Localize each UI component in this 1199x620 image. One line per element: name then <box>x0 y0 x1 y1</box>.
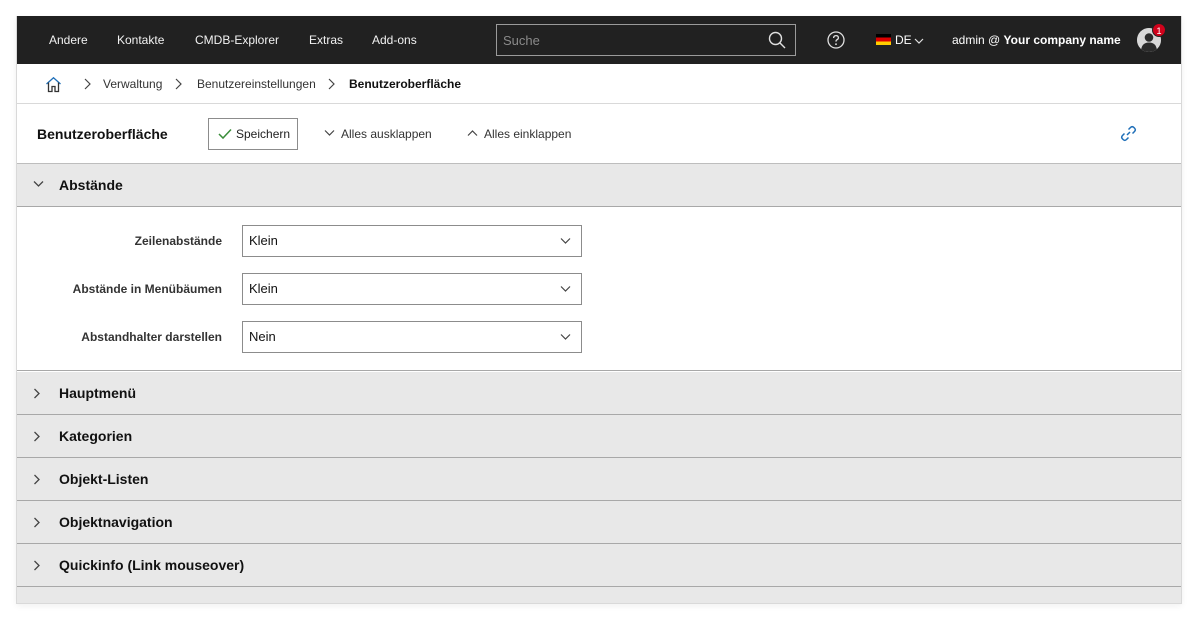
nav-item-add-ons[interactable]: Add-ons <box>372 16 417 64</box>
section-title: Quickinfo (Link mouseover) <box>59 557 245 573</box>
chevron-right-icon <box>34 431 40 442</box>
chevron-right-icon <box>328 78 335 90</box>
field-label: Zeilenabstände <box>134 234 222 248</box>
nav-item-cmdb-explorer[interactable]: CMDB-Explorer <box>195 16 279 64</box>
search-icon[interactable] <box>768 31 786 49</box>
collapse-all-button[interactable]: Alles einklappen <box>467 118 571 150</box>
expand-all-button[interactable]: Alles ausklappen <box>324 118 432 150</box>
language-selector[interactable]: DE <box>876 16 924 64</box>
german-flag-icon <box>876 34 891 45</box>
section-title: Objektnavigation <box>59 514 173 530</box>
select-value: Nein <box>249 329 276 344</box>
select-abstandhalter[interactable]: Nein <box>242 321 582 353</box>
section-header-partial[interactable] <box>17 587 1181 603</box>
nav-item-extras[interactable]: Extras <box>309 16 343 64</box>
chevron-down-icon <box>560 334 571 340</box>
section-body-abstaende: Zeilenabstände Klein Abstände in Menübäu… <box>17 207 1181 371</box>
search-input[interactable] <box>497 25 757 55</box>
chevron-right-icon <box>84 78 91 90</box>
section-header-hauptmenue[interactable]: Hauptmenü <box>17 372 1181 415</box>
chevron-down-icon <box>33 181 44 187</box>
link-icon[interactable] <box>1119 124 1138 143</box>
breadcrumb-item-verwaltung[interactable]: Verwaltung <box>103 64 162 104</box>
select-zeilenabstaende[interactable]: Klein <box>242 225 582 257</box>
select-value: Klein <box>249 281 278 296</box>
page-title: Benutzeroberfläche <box>37 126 168 142</box>
chevron-right-icon <box>34 560 40 571</box>
chevron-up-icon <box>467 130 478 136</box>
expand-all-label: Alles ausklappen <box>341 127 432 141</box>
page-toolbar: Benutzeroberfläche Speichern Alles auskl… <box>17 104 1181 164</box>
chevron-right-icon <box>34 388 40 399</box>
section-header-objekt-listen[interactable]: Objekt-Listen <box>17 458 1181 501</box>
user-account[interactable]: admin @ Your company name <box>952 16 1121 64</box>
home-icon[interactable] <box>45 76 62 93</box>
chevron-right-icon <box>34 517 40 528</box>
help-icon[interactable] <box>827 31 845 49</box>
section-title: Objekt-Listen <box>59 471 149 487</box>
top-navigation: r Andere Kontakte CMDB-Explorer Extras A… <box>17 16 1181 64</box>
chevron-right-icon <box>34 474 40 485</box>
section-title: Hauptmenü <box>59 385 136 401</box>
collapse-all-label: Alles einklappen <box>484 127 572 141</box>
chevron-right-icon <box>175 78 182 90</box>
field-label: Abstandhalter darstellen <box>81 330 222 344</box>
breadcrumb: Verwaltung Benutzereinstellungen Benutze… <box>17 64 1181 104</box>
app-frame: r Andere Kontakte CMDB-Explorer Extras A… <box>16 16 1182 604</box>
field-label: Abstände in Menübäumen <box>72 282 222 296</box>
section-header-objektnavigation[interactable]: Objektnavigation <box>17 501 1181 544</box>
section-header-quickinfo[interactable]: Quickinfo (Link mouseover) <box>17 544 1181 587</box>
company-name: Your company name <box>1003 33 1121 47</box>
form-row-abstandhalter: Abstandhalter darstellen Nein <box>17 321 1181 353</box>
nav-item-andere[interactable]: Andere <box>49 16 88 64</box>
save-button-label: Speichern <box>236 127 291 141</box>
chevron-down-icon <box>560 238 571 244</box>
user-name: admin @ <box>952 33 1001 47</box>
select-value: Klein <box>249 233 278 248</box>
notification-badge[interactable]: 1 <box>1152 23 1166 37</box>
chevron-down-icon <box>324 130 335 136</box>
chevron-down-icon <box>560 286 571 292</box>
section-title: Abstände <box>59 177 123 193</box>
language-code: DE <box>895 33 912 47</box>
section-title: Kategorien <box>59 428 133 444</box>
chevron-down-icon <box>914 38 924 44</box>
save-button[interactable]: Speichern <box>208 118 298 150</box>
select-abstaende-menuebaeume[interactable]: Klein <box>242 273 582 305</box>
form-row-zeilenabstaende: Zeilenabstände Klein <box>17 225 1181 257</box>
nav-item-kontakte[interactable]: Kontakte <box>117 16 164 64</box>
breadcrumb-item-current: Benutzeroberfläche <box>349 77 462 91</box>
breadcrumb-item-benutzereinstellungen[interactable]: Benutzereinstellungen <box>197 64 316 104</box>
form-row-abstaende-menuebaeume: Abstände in Menübäumen Klein <box>17 273 1181 305</box>
search-box <box>496 24 796 56</box>
section-header-kategorien[interactable]: Kategorien <box>17 415 1181 458</box>
checkmark-icon <box>218 128 232 140</box>
section-header-abstaende[interactable]: Abstände <box>17 164 1181 207</box>
